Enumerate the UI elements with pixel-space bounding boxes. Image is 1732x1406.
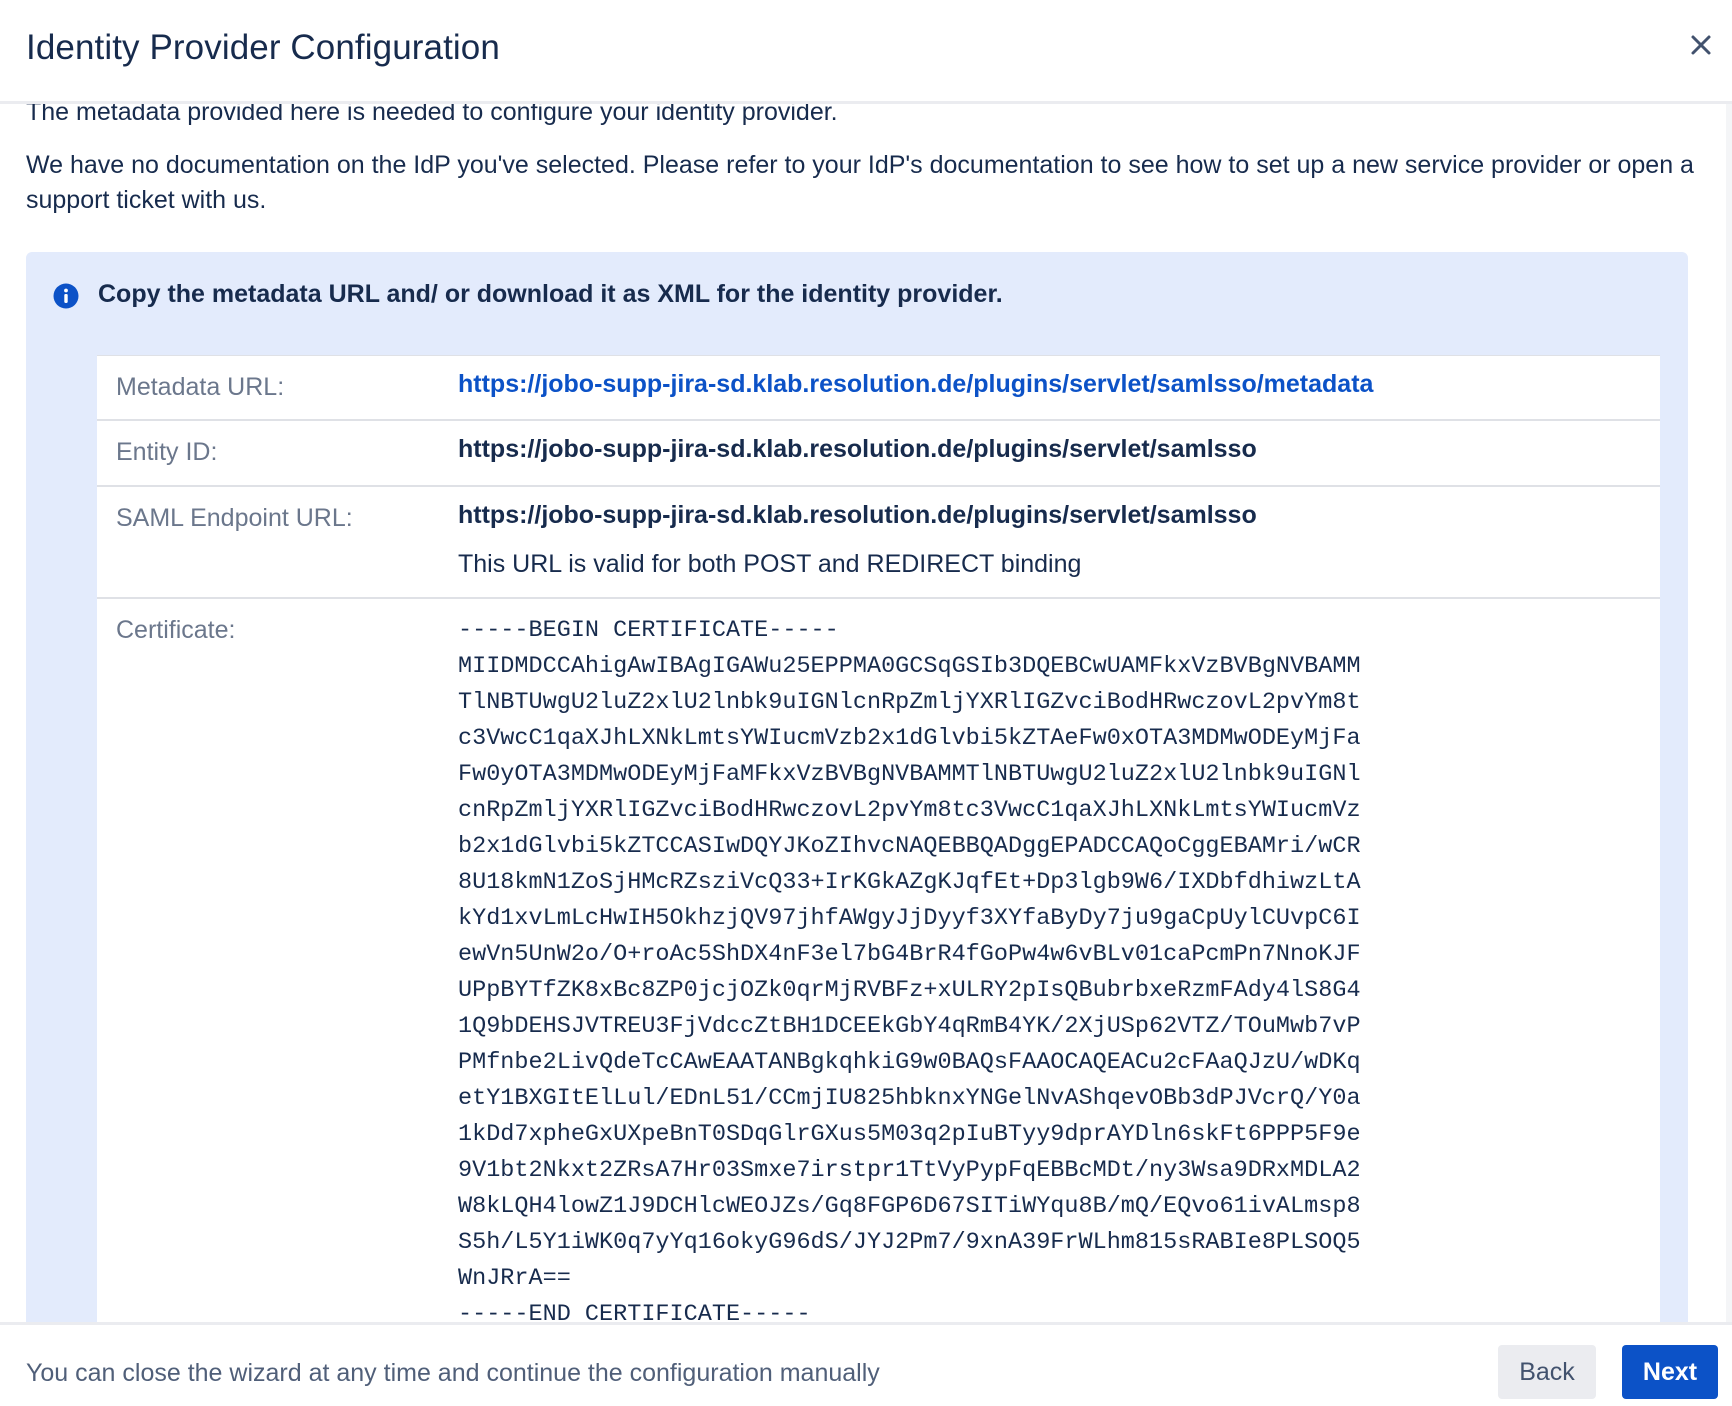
dialog-content[interactable]: The metadata provided here is needed to … <box>0 104 1732 1322</box>
close-button[interactable] <box>1684 28 1718 62</box>
back-button[interactable]: Back <box>1498 1345 1596 1399</box>
next-button[interactable]: Next <box>1622 1345 1718 1399</box>
saml-endpoint-row: SAML Endpoint URL: https://jobo-supp-jir… <box>97 487 1660 599</box>
metadata-url-link[interactable]: https://jobo-supp-jira-sd.klab.resolutio… <box>458 370 1373 399</box>
close-icon <box>1691 35 1711 55</box>
entity-id-row: Entity ID: https://jobo-supp-jira-sd.kla… <box>97 421 1660 487</box>
certificate-row: Certificate: -----BEGIN CERTIFICATE-----… <box>97 599 1660 1322</box>
metadata-url-label: Metadata URL: <box>116 373 285 401</box>
dialog-footer: You can close the wizard at any time and… <box>0 1322 1732 1406</box>
entity-id-label: Entity ID: <box>116 438 218 466</box>
info-icon <box>53 283 79 309</box>
certificate-value: -----BEGIN CERTIFICATE----- MIIDMDCCAhig… <box>458 617 1361 1322</box>
certificate-label: Certificate: <box>116 616 236 644</box>
metadata-table: Metadata URL: https://jobo-supp-jira-sd.… <box>97 355 1660 1322</box>
content-scrollbar[interactable] <box>1726 104 1732 1322</box>
saml-endpoint-value: https://jobo-supp-jira-sd.klab.resolutio… <box>458 501 1257 529</box>
entity-id-value: https://jobo-supp-jira-sd.klab.resolutio… <box>458 435 1257 463</box>
saml-endpoint-label: SAML Endpoint URL: <box>116 504 353 532</box>
metadata-url-row: Metadata URL: https://jobo-supp-jira-sd.… <box>97 356 1660 421</box>
dialog-title: Identity Provider Configuration <box>26 28 500 67</box>
info-heading: Copy the metadata URL and/ or download i… <box>98 280 1003 308</box>
dialog-header: Identity Provider Configuration <box>0 0 1732 104</box>
saml-endpoint-note: This URL is valid for both POST and REDI… <box>458 550 1082 578</box>
intro-text: We have no documentation on the IdP you'… <box>26 151 1694 214</box>
footer-hint: You can close the wizard at any time and… <box>26 1359 880 1387</box>
info-panel: Copy the metadata URL and/ or download i… <box>26 252 1688 1322</box>
intro-text-top: The metadata provided here is needed to … <box>26 104 838 126</box>
